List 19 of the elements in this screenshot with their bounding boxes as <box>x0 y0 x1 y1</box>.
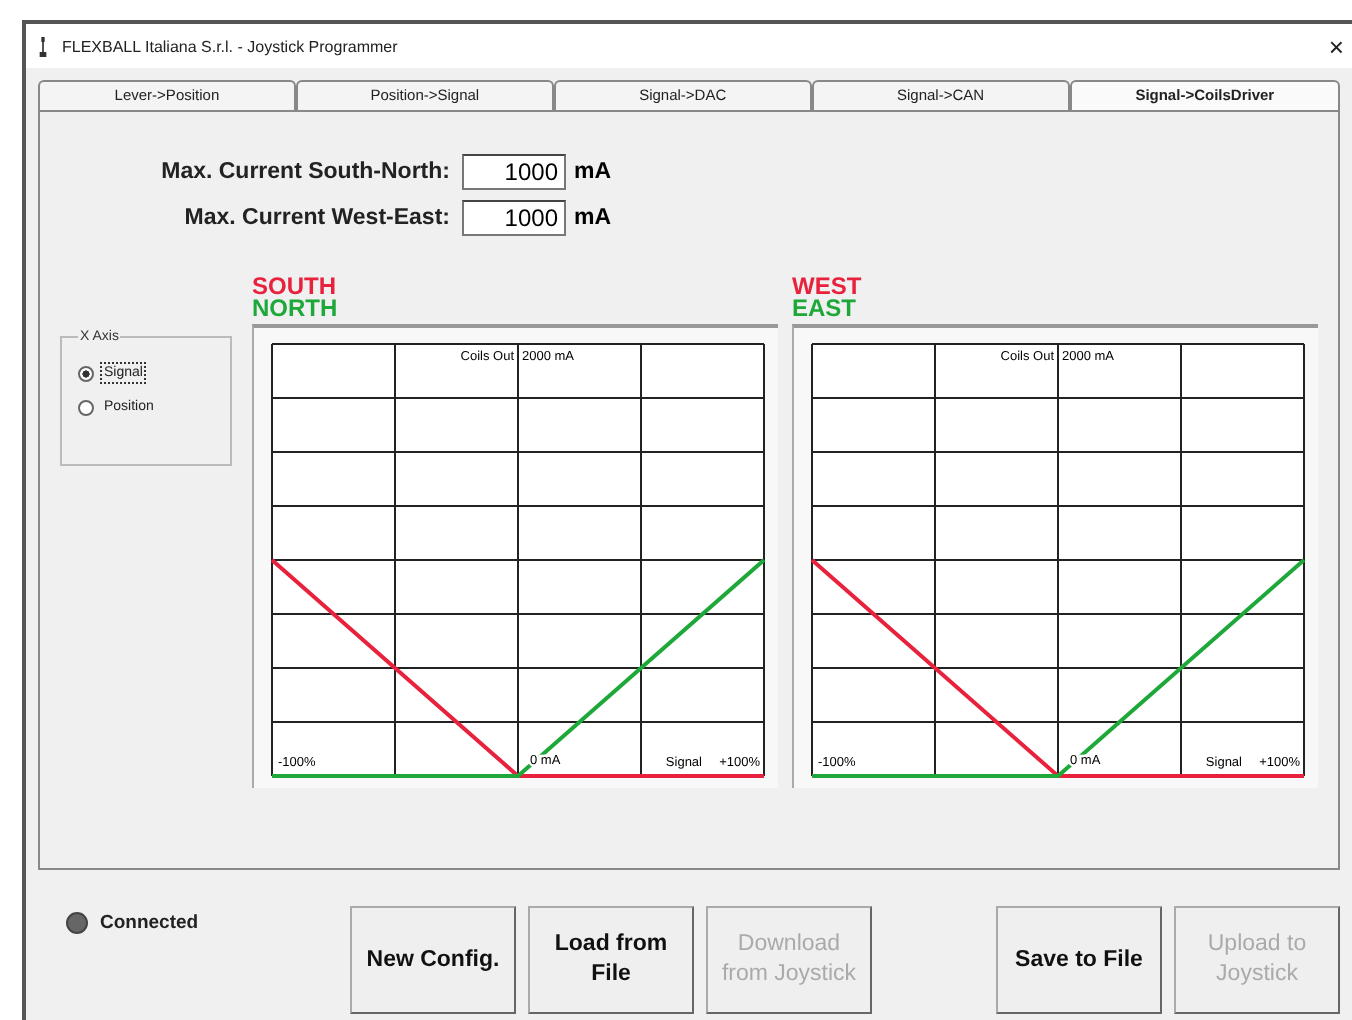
series-title: SOUTH <box>252 276 338 298</box>
field-label: Max. Current West-East: <box>182 206 450 230</box>
radio-button[interactable] <box>78 365 94 381</box>
series-title: NORTH <box>252 298 340 320</box>
joystick-icon <box>38 35 48 57</box>
series-title: EAST <box>792 298 857 320</box>
radio-button[interactable] <box>78 399 94 415</box>
input-field[interactable]: 1000 <box>462 200 566 236</box>
unit-label: mA <box>574 206 612 230</box>
action-button[interactable]: Load from File <box>528 906 694 1014</box>
action-button[interactable]: Save to File <box>996 906 1162 1014</box>
input-field[interactable]: 1000 <box>462 154 566 190</box>
status-label: Connected <box>100 912 199 934</box>
unit-label: mA <box>574 160 612 184</box>
series-title: WEST <box>792 276 864 298</box>
field-label: Max. Current South-North: <box>159 160 450 184</box>
action-button[interactable]: New Config. <box>350 906 516 1014</box>
window-title: FLEXBALL Italiana S.r.l. - Joystick Programmer <box>62 37 400 55</box>
close-button[interactable]: × <box>1328 31 1344 61</box>
